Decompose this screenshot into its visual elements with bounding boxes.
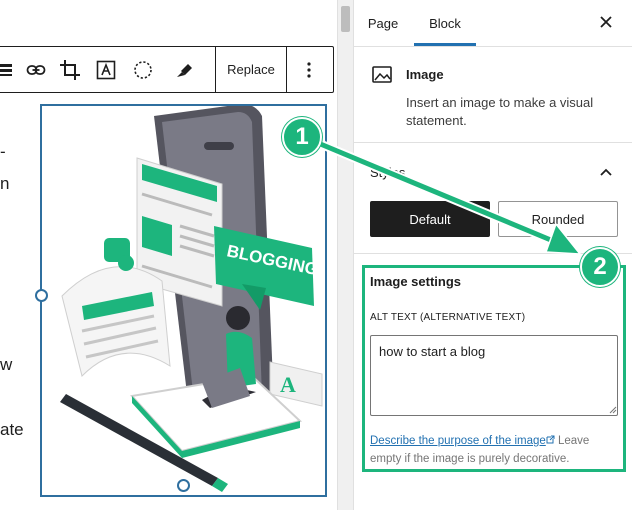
image-block[interactable]: BLOGGING A (40, 104, 327, 497)
image-resize-handle-bottom[interactable] (177, 479, 190, 492)
style-rounded-button[interactable]: Rounded (498, 201, 618, 237)
close-sidebar-button[interactable] (592, 8, 620, 36)
tab-block[interactable]: Block (414, 0, 476, 46)
alt-text-input[interactable]: how to start a blog (370, 335, 618, 416)
select-button[interactable] (130, 57, 156, 83)
block-description: Insert an image to make a visual stateme… (406, 95, 594, 128)
alt-text-help: Describe the purpose of the image Leave … (370, 432, 622, 468)
editor-canvas: Replace - n w ate BLOGGING A (0, 0, 337, 510)
text-overlay-icon (96, 60, 116, 80)
highlighter-icon (177, 64, 192, 77)
block-toolbar: Replace (0, 46, 334, 93)
annotation-badge-1: 1 (282, 117, 322, 157)
align-icon (0, 64, 12, 76)
toolbar-divider (286, 47, 287, 92)
crop-icon (60, 60, 80, 80)
alt-text-help-link[interactable]: Describe the purpose of the image (370, 435, 546, 447)
close-icon (600, 16, 612, 28)
tab-page[interactable]: Page (360, 0, 406, 46)
align-button[interactable] (0, 57, 19, 83)
alt-text-label: ALT TEXT (ALTERNATIVE TEXT) (370, 312, 526, 323)
styles-panel-title[interactable]: Styles (370, 165, 405, 180)
editor-scrollbar-thumb[interactable] (341, 6, 350, 32)
styles-panel: Styles Default Rounded (354, 143, 632, 254)
editor-scrollbar[interactable] (337, 0, 353, 510)
link-button[interactable] (23, 57, 49, 83)
style-default-button[interactable]: Default (370, 201, 490, 237)
highlighter-button[interactable] (171, 57, 197, 83)
paragraph-text-fragment: ate (0, 420, 24, 439)
image-icon (372, 66, 392, 83)
sidebar-tabs: Page Block (354, 0, 632, 47)
svg-text:A: A (280, 372, 296, 397)
text-overlay-button[interactable] (93, 57, 119, 83)
more-vertical-icon (307, 61, 311, 78)
paragraph-text-fragment: - (0, 142, 6, 161)
annotation-badge-2: 2 (580, 247, 620, 287)
select-circle-icon (134, 61, 152, 79)
image-resize-handle-left[interactable] (35, 289, 48, 302)
block-card: Image Insert an image to make a visual s… (354, 47, 632, 143)
blogging-illustration: BLOGGING A (60, 104, 323, 492)
paragraph-text-fragment: n (0, 174, 10, 193)
image-settings-panel: Image settings ALT TEXT (ALTERNATIVE TEX… (362, 265, 626, 472)
toolbar-divider (215, 47, 216, 92)
crop-button[interactable] (57, 57, 83, 83)
link-icon (26, 65, 46, 75)
replace-button[interactable]: Replace (217, 47, 285, 92)
active-tab-indicator (414, 43, 476, 46)
chevron-up-icon[interactable] (598, 165, 614, 181)
external-link-icon (546, 435, 555, 444)
image-settings-title: Image settings (370, 274, 462, 289)
block-title: Image (406, 67, 444, 82)
more-options-button[interactable] (289, 47, 329, 92)
resize-grip-icon[interactable] (609, 406, 617, 414)
paragraph-text-fragment: w (0, 355, 13, 374)
